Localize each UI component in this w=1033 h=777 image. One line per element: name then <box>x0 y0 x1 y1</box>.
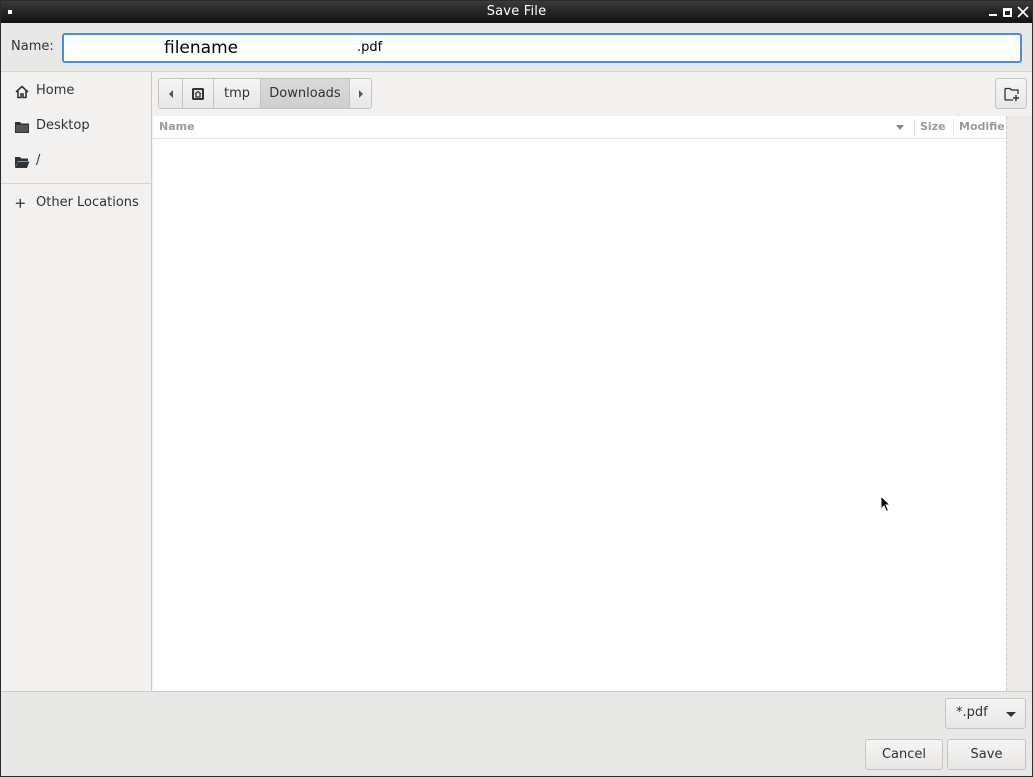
column-divider[interactable] <box>914 119 915 136</box>
file-list-header: Name Size Modifie <box>153 116 1006 139</box>
name-row: Name: filename .pdf <box>1 23 1032 72</box>
column-header-modified[interactable]: Modifie <box>959 120 1006 133</box>
column-divider[interactable] <box>953 119 954 136</box>
path-segment-tmp[interactable]: tmp <box>214 79 261 108</box>
path-bar: tmp Downloads <box>158 78 372 109</box>
minimize-icon <box>989 14 997 16</box>
dialog-action-area: *.pdf Cancel Save <box>1 691 1032 776</box>
folder-icon <box>15 122 29 133</box>
name-label: Name: <box>11 39 54 54</box>
chevron-down-icon <box>1006 712 1016 717</box>
mouse-cursor-icon <box>880 495 892 513</box>
path-scroll-right-button[interactable] <box>350 79 371 108</box>
minimize-button[interactable] <box>986 4 1000 20</box>
file-type-filter-dropdown[interactable]: *.pdf <box>945 698 1026 729</box>
path-segment-downloads[interactable]: Downloads <box>261 79 350 108</box>
places-sidebar: Home Desktop / Other Locations <box>1 72 152 691</box>
sidebar-item-other-locations[interactable]: Other Locations <box>1 189 151 219</box>
sidebar-item-desktop[interactable]: Desktop <box>1 112 151 142</box>
sidebar-item-label: Desktop <box>36 118 90 133</box>
file-list[interactable] <box>153 139 1006 691</box>
new-folder-icon <box>1004 87 1019 101</box>
filename-extension: .pdf <box>357 40 383 55</box>
column-header-size[interactable]: Size <box>920 120 946 133</box>
close-button[interactable] <box>1016 4 1030 20</box>
sidebar-item-home[interactable]: Home <box>1 77 151 107</box>
window-title: Save File <box>486 4 547 19</box>
sidebar-item-label: / <box>36 153 41 168</box>
cancel-button[interactable]: Cancel <box>865 739 943 770</box>
pathbar-area: tmp Downloads <box>153 72 1032 116</box>
create-folder-button[interactable] <box>995 78 1027 109</box>
filename-input[interactable]: filename .pdf <box>62 33 1022 63</box>
plus-icon <box>15 198 25 208</box>
column-header-name[interactable]: Name <box>159 120 195 133</box>
maximize-icon <box>1003 8 1012 17</box>
folder-open-icon <box>15 157 30 168</box>
sort-descending-icon <box>896 125 904 130</box>
title-bar[interactable]: Save File <box>1 1 1032 23</box>
home-icon <box>15 85 29 99</box>
maximize-button[interactable] <box>1001 4 1015 20</box>
filename-text: filename <box>164 38 239 58</box>
sidebar-item-root[interactable]: / <box>1 147 151 177</box>
file-browser: tmp Downloads Name Size Modifie <box>153 72 1032 691</box>
sidebar-item-label: Home <box>36 83 75 98</box>
arrow-right-icon <box>358 89 363 98</box>
save-file-dialog: Save File Name: filename .pdf Home Deskt… <box>0 0 1033 777</box>
sidebar-separator <box>1 183 151 184</box>
path-scroll-left-button[interactable] <box>159 79 183 108</box>
close-icon <box>1017 6 1029 18</box>
filter-selected-value: *.pdf <box>956 705 988 720</box>
save-button[interactable]: Save <box>947 739 1026 770</box>
vertical-scrollbar[interactable] <box>1006 116 1032 691</box>
sidebar-item-label: Other Locations <box>36 195 139 210</box>
arrow-left-icon <box>168 89 173 98</box>
path-home-button[interactable] <box>183 79 214 108</box>
home-folder-icon <box>192 87 204 100</box>
